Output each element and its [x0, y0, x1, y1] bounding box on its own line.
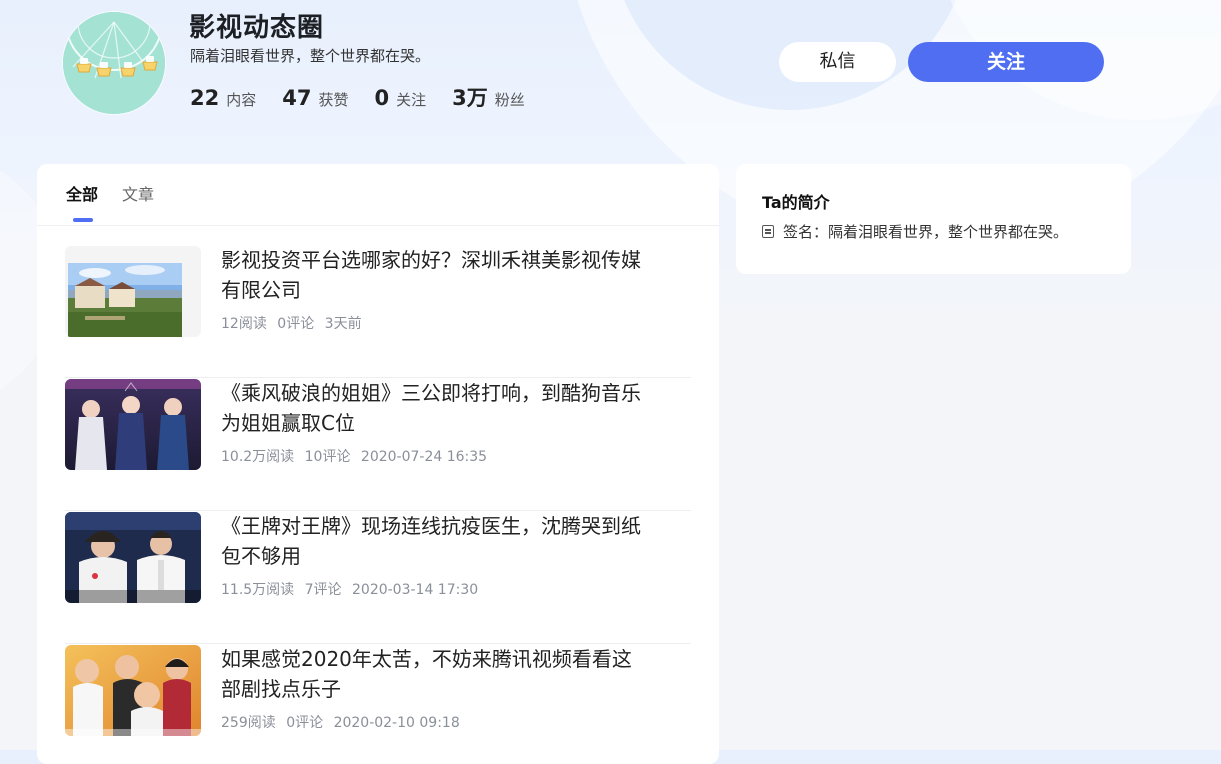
publish-time: 2020-02-10 09:18 [333, 715, 460, 731]
read-count: 12阅读 [221, 316, 267, 332]
active-tab-indicator [73, 218, 93, 222]
stat-value: 22 [190, 86, 220, 110]
comment-count: 10评论 [304, 449, 351, 465]
follow-button[interactable]: 关注 [908, 42, 1104, 82]
stat-likes[interactable]: 47 获赞 [282, 86, 348, 110]
list-item[interactable]: 如果感觉2020年太苦，不妨来腾讯视频看看这部剧找点乐子 259阅读 0评论 2… [65, 644, 691, 764]
stat-label: 粉丝 [494, 91, 525, 109]
comment-count: 7评论 [304, 582, 342, 598]
stat-label: 获赞 [318, 91, 349, 109]
tv-drama-cast-image[interactable] [65, 645, 201, 736]
article-title[interactable]: 《乘风破浪的姐姐》三公即将打响，到酷狗音乐为姐姐赢取C位 [221, 378, 641, 438]
publish-time: 2020-03-14 17:30 [352, 582, 479, 598]
stat-value: 47 [282, 86, 312, 110]
message-button[interactable]: 私信 [779, 42, 896, 82]
intro-card: Ta的简介 签名：隔着泪眼看世界，整个世界都在哭。 [736, 164, 1131, 274]
content-tabs: 全部 文章 [37, 164, 719, 226]
stat-following[interactable]: 0 关注 [375, 86, 427, 110]
ferris-wheel-icon [63, 12, 165, 114]
article-list: 影视投资平台选哪家的好？深圳禾祺美影视传媒有限公司 12阅读 0评论 3天前 《… [65, 245, 691, 764]
avatar[interactable] [63, 12, 165, 114]
profile-signature: 隔着泪眼看世界，整个世界都在哭。 [190, 47, 431, 65]
intro-signature-text: 签名：隔着泪眼看世界，整个世界都在哭。 [783, 223, 1069, 241]
article-meta: 259阅读 0评论 2020-02-10 09:18 [221, 712, 466, 732]
stat-label: 关注 [396, 91, 427, 109]
comment-count: 0评论 [286, 715, 324, 731]
read-count: 11.5万阅读 [221, 582, 295, 598]
article-meta: 11.5万阅读 7评论 2020-03-14 17:30 [221, 579, 484, 599]
stat-value: 0 [374, 86, 390, 110]
article-meta: 10.2万阅读 10评论 2020-07-24 16:35 [221, 446, 493, 466]
profile-header: 影视动态圈 隔着泪眼看世界，整个世界都在哭。 22 内容 47 获赞 0 关注 … [0, 0, 1221, 150]
resort-landscape-image[interactable] [65, 246, 201, 337]
tv-show-guests-image[interactable] [65, 512, 201, 603]
comment-count: 0评论 [277, 316, 315, 332]
list-item[interactable]: 《乘风破浪的姐姐》三公即将打响，到酷狗音乐为姐姐赢取C位 10.2万阅读 10评… [65, 378, 691, 511]
article-meta: 12阅读 0评论 3天前 [221, 313, 368, 333]
read-count: 259阅读 [221, 715, 276, 731]
profile-name: 影视动态圈 [189, 13, 325, 43]
stat-content[interactable]: 22 内容 [190, 86, 256, 110]
article-title[interactable]: 如果感觉2020年太苦，不妨来腾讯视频看看这部剧找点乐子 [221, 644, 641, 704]
intro-signature: 签名：隔着泪眼看世界，整个世界都在哭。 [762, 221, 1068, 242]
article-title[interactable]: 影视投资平台选哪家的好？深圳禾祺美影视传媒有限公司 [221, 245, 641, 305]
read-count: 10.2万阅读 [221, 449, 295, 465]
list-item[interactable]: 影视投资平台选哪家的好？深圳禾祺美影视传媒有限公司 12阅读 0评论 3天前 [65, 245, 691, 378]
document-icon [762, 225, 774, 238]
tab-articles[interactable]: 文章 [122, 184, 154, 206]
publish-time: 3天前 [324, 316, 362, 332]
publish-time: 2020-07-24 16:35 [360, 449, 488, 465]
article-title[interactable]: 《王牌对王牌》现场连线抗疫医生，沈腾哭到纸包不够用 [221, 511, 641, 571]
stat-value: 3万 [452, 86, 488, 110]
stage-performers-image[interactable] [65, 379, 201, 470]
intro-title: Ta的简介 [762, 193, 830, 212]
stat-followers[interactable]: 3万 粉丝 [452, 82, 525, 112]
list-item[interactable]: 《王牌对王牌》现场连线抗疫医生，沈腾哭到纸包不够用 11.5万阅读 7评论 20… [65, 511, 691, 644]
stat-label: 内容 [226, 91, 257, 109]
profile-stats: 22 内容 47 获赞 0 关注 3万 粉丝 [190, 82, 551, 112]
tab-all[interactable]: 全部 [66, 184, 98, 206]
content-card: 全部 文章 影视投资平台选哪家的好？深圳禾祺美影视传媒有限公司 12阅读 0评论… [37, 164, 719, 764]
